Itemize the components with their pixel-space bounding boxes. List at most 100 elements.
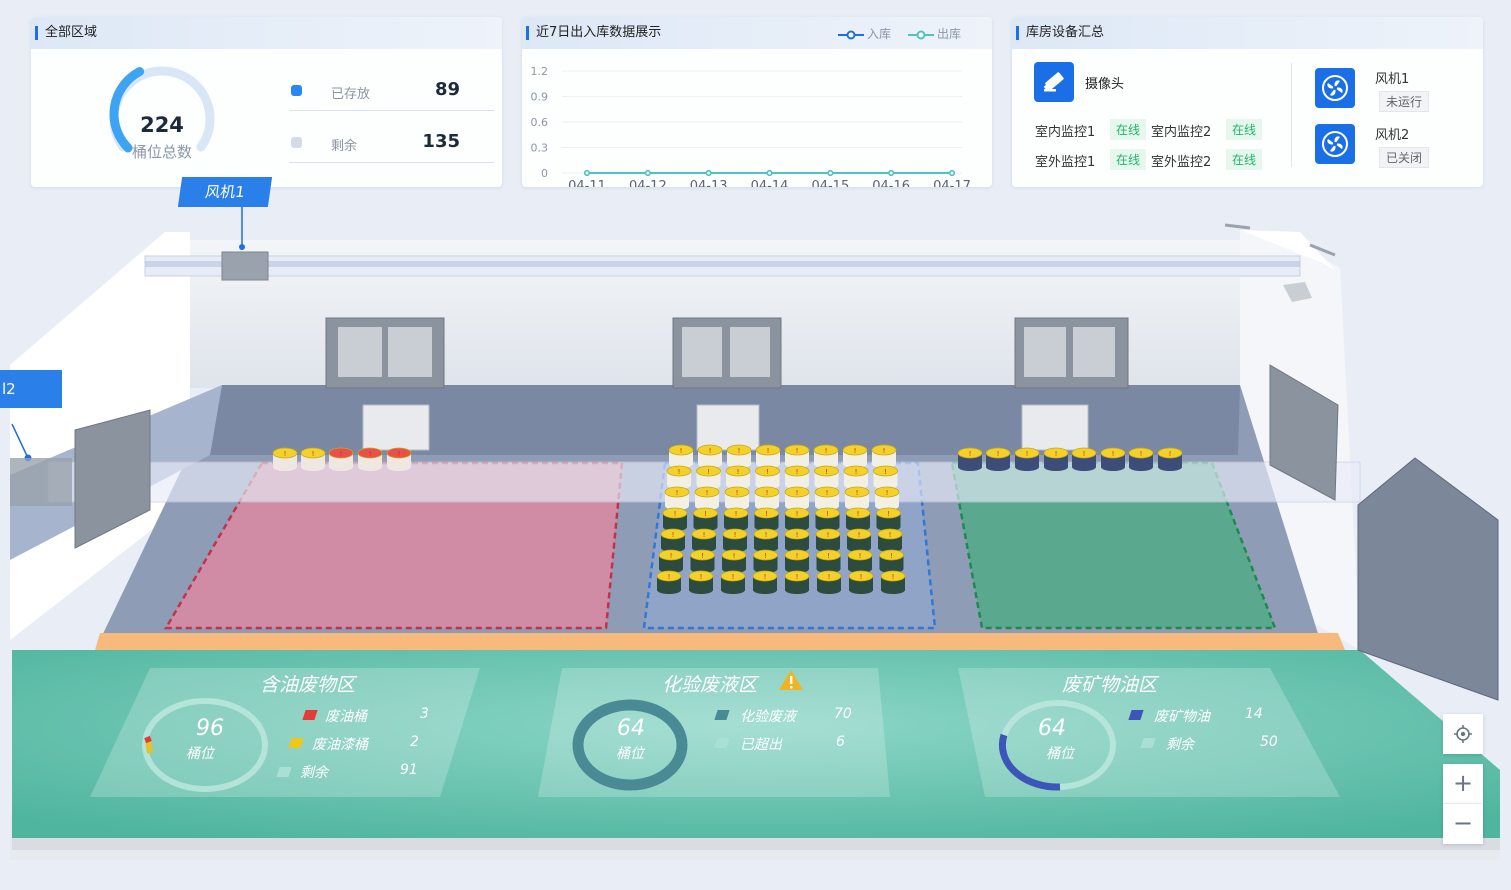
svg-text:!: !: [1055, 450, 1058, 458]
barrel: !: [816, 549, 841, 573]
legend-out[interactable]: 出库: [908, 27, 961, 41]
svg-text:!: !: [767, 447, 770, 455]
zone-1-item-2-value: 2: [410, 734, 419, 750]
svg-text:!: !: [284, 450, 287, 458]
svg-text:!: !: [884, 468, 887, 476]
svg-text:!: !: [369, 450, 372, 458]
zone-3-item-1-label: 废矿物油: [1154, 709, 1210, 725]
svg-text:!: !: [674, 510, 677, 518]
barrel: !: [814, 486, 840, 510]
x-tick-label: 04-12: [629, 179, 667, 187]
zoom-in-button[interactable]: +: [1443, 764, 1483, 804]
barrel: !: [844, 486, 870, 510]
barrel: !: [879, 549, 904, 573]
fan-1-name: 风机1: [1375, 72, 1410, 87]
svg-text:!: !: [766, 489, 769, 497]
svg-text:!: !: [312, 450, 315, 458]
svg-text:!: !: [825, 447, 828, 455]
barrel: !: [957, 447, 983, 471]
zone-2-item-1-label: 化验废液: [740, 709, 796, 725]
barrel: !: [753, 549, 778, 573]
devices-divider: [1291, 63, 1292, 167]
svg-text:!: !: [672, 531, 675, 539]
fan-1-tag[interactable]: 风机1: [177, 177, 273, 207]
barrel: !: [664, 486, 690, 510]
barrel: !: [697, 444, 723, 468]
barrel: !: [660, 528, 686, 552]
data-point[interactable]: [827, 170, 834, 176]
legend-in-label: 入库: [867, 27, 892, 41]
total-value: 224: [140, 113, 184, 137]
svg-text:!: !: [826, 489, 829, 497]
svg-text:!: !: [733, 552, 736, 560]
camera-label: 摄像头: [1085, 77, 1125, 92]
data-point[interactable]: [766, 170, 773, 176]
monitor-4-name: 室外监控2: [1151, 155, 1212, 170]
io-chart-panel: 近7日出入库数据展示 入库 出库 1.2 0.9 0.6 0.3 0 04-11 04-12…: [522, 17, 992, 187]
warehouse-scene[interactable]: ! ! ! ! ! ! ! ! ! ! ! ! ! ! ! ! ! ! ! ! …: [0, 177, 1511, 890]
svg-text:!: !: [796, 510, 799, 518]
barrel: !: [754, 486, 780, 510]
barrel: !: [874, 486, 900, 510]
y-tick-label: 0: [541, 167, 548, 180]
barrel: !: [873, 465, 898, 489]
devices-title: 库房设备汇总: [1012, 17, 1483, 49]
data-point[interactable]: [705, 170, 712, 176]
svg-text:!: !: [883, 447, 886, 455]
svg-text:!: !: [735, 510, 738, 518]
fan-2-name: 风机2: [1375, 128, 1410, 143]
barrel: !: [784, 465, 810, 489]
svg-text:!: !: [796, 573, 799, 581]
barrel: !: [1014, 447, 1040, 471]
svg-text:!: !: [997, 450, 1000, 458]
fan-2-tag[interactable]: l2: [0, 370, 62, 408]
barrel: !: [328, 447, 354, 471]
zone-1-item-1-label: 废油桶: [325, 709, 367, 725]
remaining-value: 135: [422, 131, 460, 152]
svg-text:!: !: [860, 573, 863, 581]
svg-text:!: !: [668, 573, 671, 581]
barrel: !: [985, 447, 1011, 471]
zone-2-item-2-value: 6: [836, 734, 845, 750]
svg-text:!: !: [856, 489, 859, 497]
svg-text:!: !: [886, 489, 889, 497]
svg-text:!: !: [1112, 450, 1115, 458]
svg-text:!: !: [680, 447, 683, 455]
zone-3-unit: 桶位: [1046, 746, 1074, 762]
data-point[interactable]: [888, 170, 895, 176]
stored-row: 已存放 89: [289, 79, 494, 111]
monitor-3-status: 在线: [1110, 149, 1147, 170]
all-area-panel: 全部区域 224 桶位总数 已存放 89 剩余 135: [31, 17, 502, 187]
zone-2-total: 64: [617, 716, 645, 741]
devices-panel: 库房设备汇总 摄像头 室内监控1 在线 室内监控2 在线 室外监控1 在线 室外…: [1012, 17, 1483, 187]
svg-text:!: !: [701, 552, 704, 560]
svg-text:!: !: [764, 573, 767, 581]
barrel: !: [1157, 447, 1183, 471]
total-label: 桶位总数: [131, 143, 192, 161]
svg-text:!: !: [854, 447, 857, 455]
data-point[interactable]: [584, 170, 590, 176]
svg-text:!: !: [826, 510, 829, 518]
barrel: !: [784, 570, 810, 594]
data-point[interactable]: [644, 170, 651, 176]
svg-text:!: !: [857, 510, 860, 518]
barrel: !: [848, 570, 874, 594]
data-point[interactable]: [949, 170, 955, 176]
svg-text:!: !: [796, 552, 799, 560]
barrel: !: [658, 549, 684, 573]
svg-text:!: !: [855, 468, 858, 476]
monitor-2-name: 室内监控2: [1151, 125, 1212, 140]
svg-text:!: !: [764, 552, 767, 560]
svg-text:!: !: [1026, 450, 1029, 458]
barrel: !: [721, 549, 747, 573]
legend-in[interactable]: 入库: [838, 27, 891, 41]
zoom-out-button[interactable]: −: [1443, 804, 1483, 844]
svg-text:!: !: [827, 531, 830, 539]
zone-3-item-1-value: 14: [1245, 706, 1263, 722]
fan-2-tag-label: l2: [2, 380, 16, 398]
barrel: !: [813, 444, 839, 468]
x-tick-label: 04-14: [751, 179, 789, 187]
svg-text:!: !: [825, 468, 828, 476]
svg-text:!: !: [796, 468, 799, 476]
locate-button[interactable]: [1443, 714, 1483, 754]
